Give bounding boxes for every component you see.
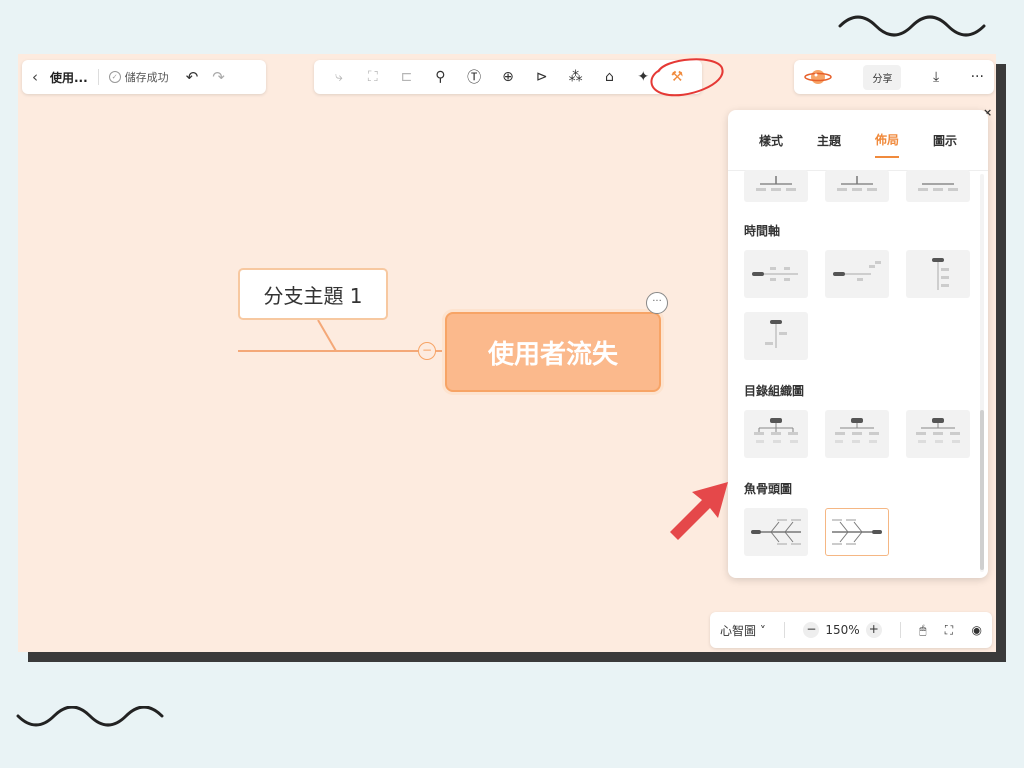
fit-screen-icon[interactable]: ⛶	[945, 623, 953, 638]
layout-option-timeline-4[interactable]	[744, 312, 808, 360]
scrollbar-thumb[interactable]	[980, 410, 984, 570]
branch-topic-node[interactable]: 分支主題 1	[238, 268, 388, 320]
zoom-control: − 150% +	[803, 622, 882, 638]
section-title-fishbone: 魚骨頭圖	[744, 482, 793, 496]
central-topic-node[interactable]: 使用者流失	[445, 312, 661, 392]
layout-option-partial[interactable]	[744, 170, 808, 202]
planet-icon[interactable]	[804, 67, 832, 87]
zoom-out-button[interactable]: −	[803, 622, 820, 638]
share-button[interactable]: 分享	[863, 64, 902, 90]
tab-2[interactable]: 佈局	[874, 123, 899, 158]
collapse-toggle[interactable]: −	[418, 342, 436, 360]
section-title-org-chart: 目錄組織圖	[744, 384, 805, 398]
top-right-actions: 分享 ⤓ ···	[794, 60, 994, 94]
layout-option-org-1[interactable]	[744, 410, 808, 458]
mouse-icon[interactable]: 🖱	[919, 623, 926, 638]
annotation-arrow	[670, 482, 728, 540]
layout-option-timeline-1[interactable]	[744, 250, 808, 298]
eye-icon[interactable]: ◉	[971, 623, 981, 637]
layout-panel: 樣式 主題 佈局 圖示 時間軸 目錄組織圖 魚骨頭圖	[728, 110, 988, 578]
decorative-squiggle-bottom	[16, 706, 164, 727]
tab-3[interactable]: 圖示	[933, 124, 957, 157]
zoom-level: 150%	[825, 623, 860, 637]
download-icon[interactable]: ⤓	[933, 69, 939, 85]
layout-option-partial[interactable]	[825, 170, 889, 202]
tab-0[interactable]: 樣式	[759, 124, 783, 157]
section-title-timeline: 時間軸	[744, 224, 781, 238]
node-more-options-icon[interactable]: ···	[646, 292, 668, 314]
divider	[784, 622, 786, 638]
more-icon[interactable]: ···	[971, 69, 984, 85]
app-window: ‹ 使用... ✓ 儲存成功 ↶ ↷ ⤷ ⛶ ⊏ ⚲ Ⓣ ⊕ ⊳ ⁂ ⌂ ✦ ⚒ 分享 ⤓ ··· …	[18, 54, 996, 652]
divider	[900, 622, 901, 638]
layout-option-fishbone-right[interactable]	[825, 508, 889, 556]
tab-1[interactable]: 主題	[817, 124, 841, 157]
view-mode-select[interactable]: 心智圖 ˅	[720, 622, 766, 639]
layout-option-timeline-3[interactable]	[906, 250, 970, 298]
decorative-squiggle-top	[838, 15, 986, 37]
layout-option-timeline-2[interactable]	[825, 250, 889, 298]
layout-option-partial[interactable]	[906, 170, 970, 202]
zoom-in-button[interactable]: +	[865, 622, 882, 638]
panel-tabs: 樣式 主題 佈局 圖示	[728, 110, 988, 171]
bottom-bar: 心智圖 ˅ − 150% + 🖱 ⛶ ◉	[710, 612, 992, 648]
layout-option-fishbone-left[interactable]	[744, 508, 808, 556]
layout-option-org-2[interactable]	[825, 410, 889, 458]
layout-option-org-3[interactable]	[906, 410, 970, 458]
